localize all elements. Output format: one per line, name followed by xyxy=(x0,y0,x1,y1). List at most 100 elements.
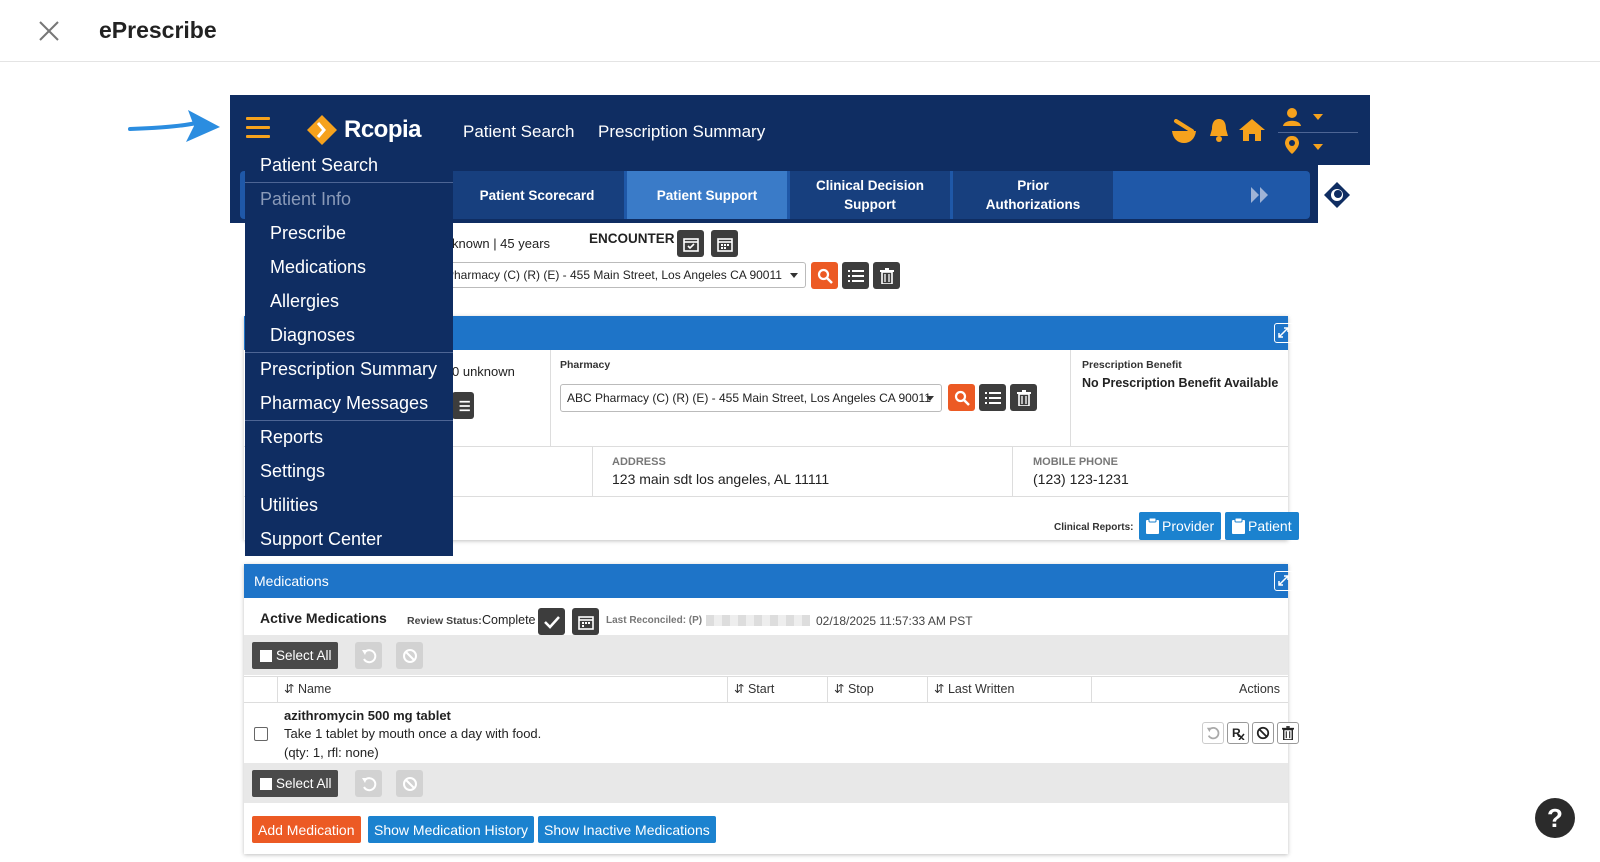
encounter-checkin-button[interactable] xyxy=(677,230,704,257)
add-medication-button[interactable]: Add Medication xyxy=(252,816,361,843)
mortar-pestle-icon[interactable] xyxy=(1170,119,1198,145)
table-row: azithromycin 500 mg tablet Take 1 tablet… xyxy=(244,703,1299,763)
menu-item-utilities[interactable]: Utilities xyxy=(245,488,453,522)
select-all-button[interactable]: Select All xyxy=(252,642,338,669)
patient-report-button[interactable]: Patient xyxy=(1225,512,1299,540)
nav-prescription-summary[interactable]: Prescription Summary xyxy=(598,122,765,142)
tab-patient-scorecard[interactable]: Patient Scorecard xyxy=(450,171,624,219)
navbar-right-icons xyxy=(1160,105,1360,157)
patient-button-label: Patient xyxy=(1248,518,1292,534)
tab-patient-support[interactable]: Patient Support xyxy=(627,171,787,219)
brand-name: Rcopia xyxy=(344,116,422,143)
user-icon[interactable] xyxy=(1282,107,1302,127)
trash-icon xyxy=(1282,726,1294,740)
divider xyxy=(550,350,551,446)
block-icon xyxy=(402,648,417,663)
double-chevron-right-icon[interactable] xyxy=(1250,185,1272,205)
select-all-button[interactable]: Select All xyxy=(252,770,338,797)
column-last-written[interactable]: ⇵ Last Written xyxy=(928,677,1092,702)
side-navigation-menu: Patient Search Patient Info Prescribe Me… xyxy=(245,148,453,556)
divider xyxy=(592,446,593,496)
menu-item-diagnoses[interactable]: Diagnoses xyxy=(245,318,453,352)
location-pin-icon[interactable] xyxy=(1284,135,1300,155)
column-start[interactable]: ⇵ Start xyxy=(728,677,828,702)
discontinue-button[interactable] xyxy=(396,642,423,669)
clipboard-icon xyxy=(1232,518,1245,534)
medication-name: azithromycin 500 mg tablet xyxy=(284,708,451,723)
pharmacy-delete-button[interactable] xyxy=(1010,384,1037,411)
patient-list-button[interactable] xyxy=(452,392,474,419)
provider-report-button[interactable]: Provider xyxy=(1139,512,1222,540)
medications-title: Medications xyxy=(254,573,329,589)
home-icon[interactable] xyxy=(1238,118,1266,142)
menu-item-prescription-summary[interactable]: Prescription Summary xyxy=(245,352,453,386)
medication-sig: Take 1 tablet by mouth once a day with f… xyxy=(284,726,542,741)
column-name[interactable]: ⇵ Name xyxy=(278,677,728,702)
benefit-value: No Prescription Benefit Available xyxy=(1082,376,1279,390)
discontinue-button[interactable] xyxy=(396,770,423,797)
tab-prior-authorizations[interactable]: Prior Authorizations xyxy=(953,171,1113,219)
row-checkbox[interactable] xyxy=(254,727,268,741)
medications-header: Medications xyxy=(244,564,1294,598)
encounter-calendar-button[interactable] xyxy=(711,230,738,257)
collapse-panel-button[interactable] xyxy=(1274,323,1294,343)
menu-item-reports[interactable]: Reports xyxy=(245,420,453,454)
drfirst-logo-icon[interactable] xyxy=(1322,180,1352,210)
row-delete-button[interactable] xyxy=(1277,722,1299,744)
menu-item-settings[interactable]: Settings xyxy=(245,454,453,488)
show-inactive-medications-button[interactable]: Show Inactive Medications xyxy=(538,816,716,843)
redacted-name-blur xyxy=(706,615,810,626)
review-calendar-button[interactable] xyxy=(572,608,599,635)
pharmacy-list-button[interactable] xyxy=(979,384,1006,411)
arrow-pointer-icon xyxy=(128,110,220,142)
pharmacy-label: Pharmacy xyxy=(560,359,611,371)
pharmacy-list-button[interactable] xyxy=(842,262,869,289)
menu-item-pharmacy-messages[interactable]: Pharmacy Messages xyxy=(245,386,453,420)
undo-button[interactable] xyxy=(355,642,382,669)
nav-divider xyxy=(1278,132,1358,133)
undo-button[interactable] xyxy=(355,770,382,797)
list-icon xyxy=(459,400,470,411)
pharmacy-select[interactable]: ABC Pharmacy (C) (R) (E) - 455 Main Stre… xyxy=(560,384,942,412)
bell-icon[interactable] xyxy=(1207,117,1231,143)
select-all-label: Select All xyxy=(276,776,332,791)
row-discontinue-button[interactable] xyxy=(1252,722,1274,744)
encounter-pharmacy-select[interactable]: Pharmacy (C) (R) (E) - 455 Main Street, … xyxy=(440,262,806,288)
menu-item-patient-search[interactable]: Patient Search xyxy=(245,148,453,182)
patient-age-fragment: 0 unknown xyxy=(452,364,515,379)
close-icon[interactable] xyxy=(36,18,62,44)
bottom-action-bar: Select All xyxy=(244,763,1288,803)
menu-item-medications[interactable]: Medications xyxy=(245,250,453,284)
show-medication-history-button[interactable]: Show Medication History xyxy=(368,816,535,843)
patient-age-fragment: known | 45 years xyxy=(452,236,551,251)
calendar-icon xyxy=(716,237,733,252)
row-prescribe-button[interactable]: R xyxy=(1227,722,1249,744)
row-undo-button[interactable] xyxy=(1202,722,1224,744)
pharmacy-search-button[interactable] xyxy=(948,384,975,411)
hamburger-menu-icon[interactable] xyxy=(246,117,270,139)
review-complete-button[interactable] xyxy=(538,608,565,635)
tab-clinical-decision-support[interactable]: Clinical Decision Support xyxy=(790,171,950,219)
expand-panel-button[interactable] xyxy=(1274,571,1294,591)
column-stop[interactable]: ⇵ Stop xyxy=(828,677,928,702)
chevron-down-icon[interactable] xyxy=(1312,143,1324,151)
menu-item-allergies[interactable]: Allergies xyxy=(245,284,453,318)
block-icon xyxy=(402,776,417,791)
chevron-down-icon xyxy=(790,273,798,278)
chevron-down-icon[interactable] xyxy=(1312,113,1324,121)
rx-icon: R xyxy=(1232,726,1245,740)
calendar-icon xyxy=(577,615,594,630)
pharmacy-search-button[interactable] xyxy=(811,262,838,289)
rcopia-logo-icon xyxy=(307,115,337,145)
clipboard-icon xyxy=(1146,518,1159,534)
menu-item-support-center[interactable]: Support Center xyxy=(245,522,453,556)
nav-patient-search[interactable]: Patient Search xyxy=(463,122,575,142)
reconciled-timestamp: 02/18/2025 11:57:33 AM PST xyxy=(816,614,973,628)
rcopia-logo[interactable]: Rcopia xyxy=(306,113,422,147)
trash-icon xyxy=(879,267,894,284)
review-status-label: Review Status: xyxy=(407,615,482,627)
help-button[interactable]: ? xyxy=(1535,798,1575,838)
expand-icon xyxy=(1278,575,1289,586)
pharmacy-delete-button[interactable] xyxy=(873,262,900,289)
menu-item-prescribe[interactable]: Prescribe xyxy=(245,216,453,250)
